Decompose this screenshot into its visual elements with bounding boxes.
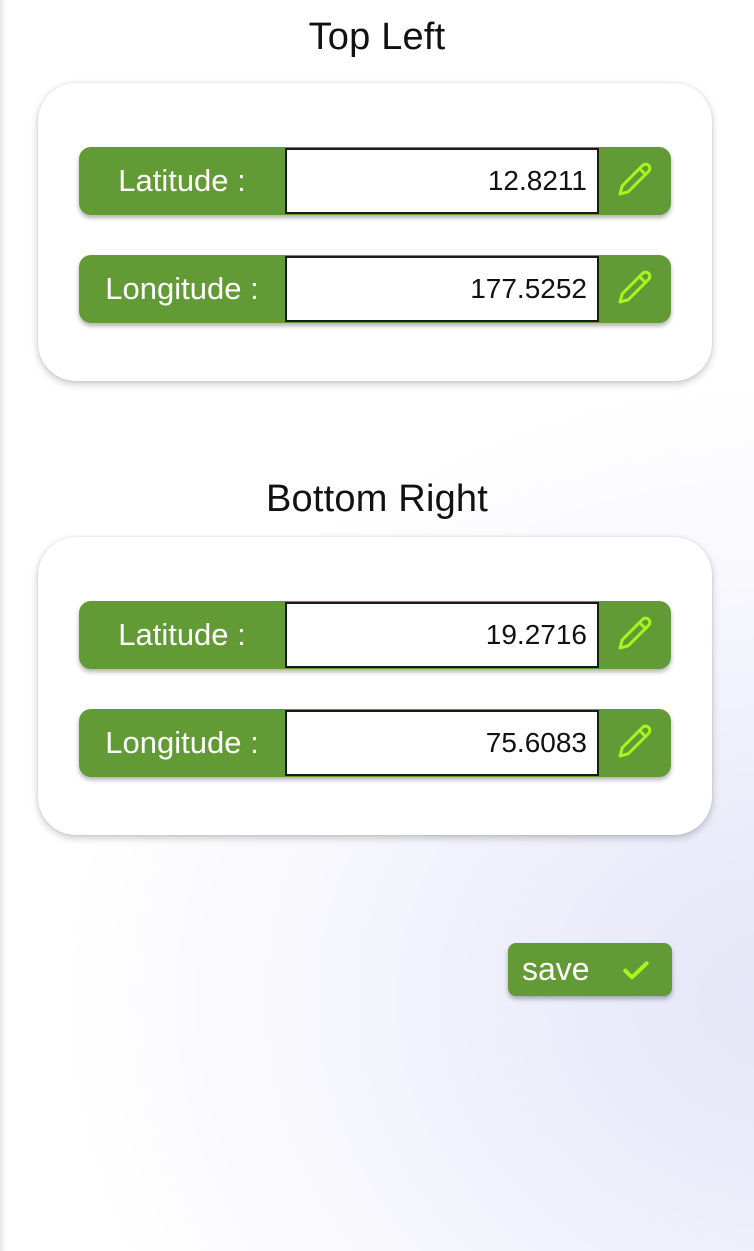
top-left-title: Top Left <box>308 16 446 58</box>
bottom-right-latitude-label: Latitude : <box>118 617 246 652</box>
top-left-card: Latitude : Longitude : <box>38 83 712 381</box>
top-left-longitude-edit-button[interactable] <box>599 255 671 323</box>
bottom-right-latitude-input[interactable] <box>285 602 599 668</box>
bottom-right-latitude-edit-button[interactable] <box>599 601 671 669</box>
pencil-icon <box>617 161 653 202</box>
save-button[interactable]: save <box>508 943 672 996</box>
bottom-right-longitude-input[interactable] <box>285 710 599 776</box>
bottom-right-longitude-row: Longitude : <box>79 709 671 777</box>
bottom-right-longitude-label: Longitude : <box>105 725 259 760</box>
pencil-icon <box>617 269 653 310</box>
top-left-longitude-input[interactable] <box>285 256 599 322</box>
top-left-latitude-label: Latitude : <box>118 163 246 198</box>
bottom-right-title: Bottom Right <box>265 478 489 520</box>
top-left-latitude-input[interactable] <box>285 148 599 214</box>
pencil-icon <box>617 615 653 656</box>
check-icon <box>620 954 652 986</box>
bottom-right-latitude-row: Latitude : <box>79 601 671 669</box>
top-left-latitude-row: Latitude : <box>79 147 671 215</box>
pencil-icon <box>617 723 653 764</box>
save-button-label: save <box>522 951 590 987</box>
bottom-right-card: Latitude : Longitude : <box>38 537 712 835</box>
bottom-right-longitude-edit-button[interactable] <box>599 709 671 777</box>
top-left-longitude-row: Longitude : <box>79 255 671 323</box>
left-edge-divider <box>0 0 6 1251</box>
top-left-latitude-edit-button[interactable] <box>599 147 671 215</box>
top-left-longitude-label: Longitude : <box>105 271 259 306</box>
